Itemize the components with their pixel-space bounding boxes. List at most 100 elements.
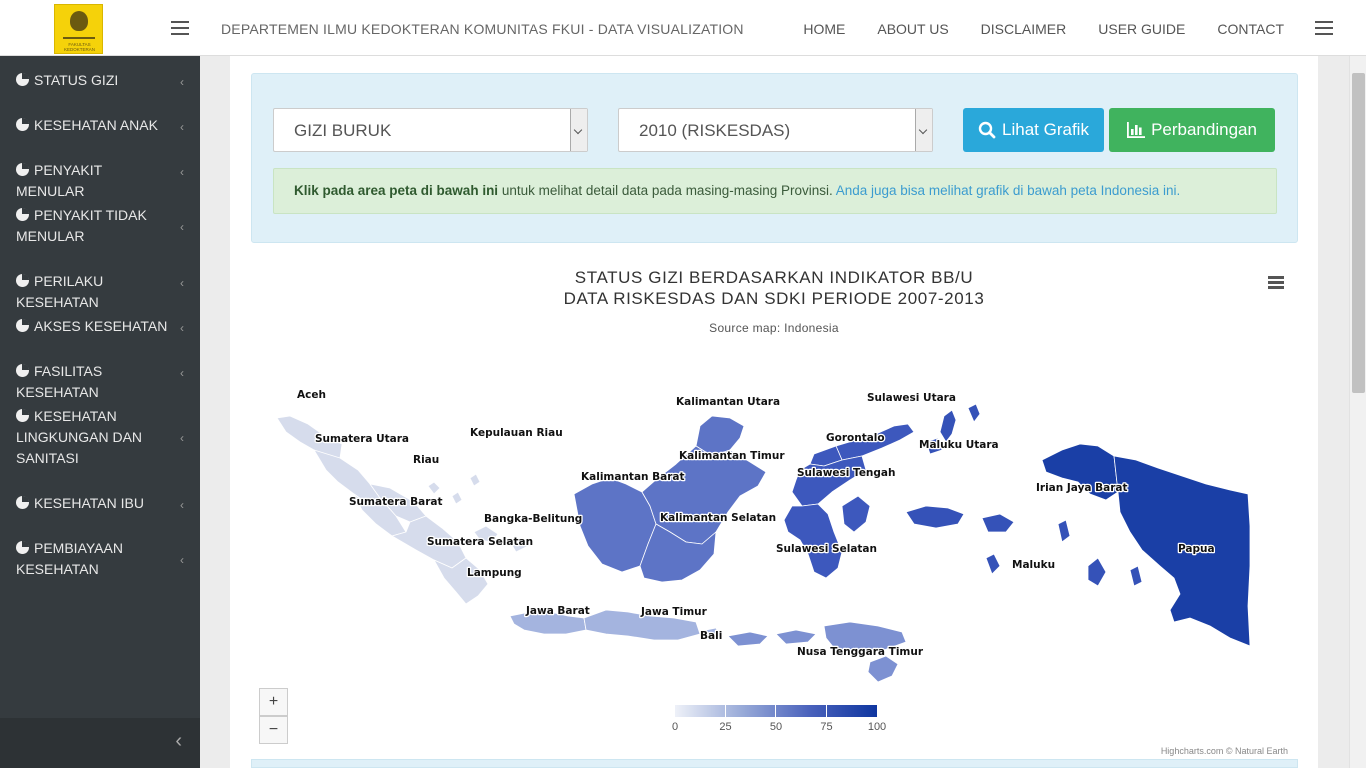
nav-home[interactable]: HOME xyxy=(803,21,845,37)
sidebar: STATUS GIZI ‹ KESEHATAN ANAK ‹ PENYAKIT … xyxy=(0,56,200,768)
legend-tick-label: 75 xyxy=(820,721,833,733)
indonesia-map[interactable]: Aceh Sumatera Utara Riau Kepulauan Riau Suma… xyxy=(230,346,1318,746)
chevron-left-icon: ‹ xyxy=(180,75,184,89)
nav-menu: HOME ABOUT US DISCLAIMER USER GUIDE CONT… xyxy=(803,21,1284,37)
next-panel-edge xyxy=(251,759,1298,768)
sidebar-item-label: FASILITAS KESEHATAN xyxy=(16,363,103,400)
chart-menu-icon[interactable] xyxy=(1268,276,1284,289)
scrollbar-thumb[interactable] xyxy=(1352,73,1365,393)
chevron-left-icon: ‹ xyxy=(180,220,184,234)
nav-about-us[interactable]: ABOUT US xyxy=(877,21,948,37)
province-label-jawa-timur: Jawa Timur xyxy=(640,606,708,618)
province-label-kalimantan-barat: Kalimantan Barat xyxy=(581,471,685,483)
zoom-out-button[interactable]: − xyxy=(259,716,288,744)
sidebar-item-kesehatan-lingkungan[interactable]: KESEHATAN LINGKUNGAN DAN SANITASI ‹ xyxy=(0,406,200,469)
fkui-logo[interactable]: FAKULTAS KEDOKTERAN xyxy=(54,4,103,54)
chart-subtitle: Source map: Indonesia xyxy=(709,321,839,335)
collapse-sidebar-icon[interactable]: ‹ xyxy=(175,730,182,753)
province-label-nusa-tenggara-timur: Nusa Tenggara Timur xyxy=(797,646,924,658)
province-label-maluku: Maluku xyxy=(1012,559,1055,571)
chevron-left-icon: ‹ xyxy=(180,431,184,445)
pie-chart-icon xyxy=(16,73,29,86)
page-scrollbar[interactable] xyxy=(1349,56,1366,768)
compare-button[interactable]: Perbandingan xyxy=(1109,108,1275,152)
sidebar-item-kesehatan-anak[interactable]: KESEHATAN ANAK ‹ xyxy=(0,115,200,136)
province-maluku[interactable] xyxy=(905,505,1143,587)
province-label-bali: Bali xyxy=(700,630,722,642)
logo-divider xyxy=(63,37,95,39)
university-seal-icon xyxy=(70,11,88,31)
chevron-left-icon: ‹ xyxy=(180,120,184,134)
notice-text: untuk melihat detail data pada masing-ma… xyxy=(498,183,836,198)
province-label-maluku-utara: Maluku Utara xyxy=(919,439,999,451)
sidebar-item-label: KESEHATAN IBU xyxy=(34,495,144,511)
province-label-riau: Riau xyxy=(413,454,439,466)
chevron-down-icon xyxy=(570,109,587,151)
period-select[interactable]: 2010 (RISKESDAS) xyxy=(618,108,933,152)
province-label-sumatera-barat: Sumatera Barat xyxy=(349,496,443,508)
sidebar-item-label: KESEHATAN ANAK xyxy=(34,117,158,133)
view-chart-button[interactable]: Lihat Grafik xyxy=(963,108,1104,152)
legend-color-bar xyxy=(675,705,877,717)
bar-chart-icon xyxy=(1127,122,1146,138)
logo-caption: FAKULTAS KEDOKTERAN xyxy=(63,42,95,52)
province-lampung[interactable] xyxy=(433,557,489,605)
pie-chart-icon xyxy=(16,409,29,422)
sidebar-item-label: PENYAKIT MENULAR xyxy=(16,162,102,199)
sidebar-item-status-gizi[interactable]: STATUS GIZI ‹ xyxy=(0,70,200,91)
province-label-irian-jaya-barat: Irian Jaya Barat xyxy=(1036,482,1128,494)
notice-bold: Klik pada area peta di bawah ini xyxy=(294,183,499,198)
sidebar-item-label: KESEHATAN LINGKUNGAN DAN SANITASI xyxy=(16,408,143,466)
sidebar-item-label: PEMBIAYAAN KESEHATAN xyxy=(16,540,123,577)
indicator-select-value: GIZI BURUK xyxy=(294,121,392,140)
sidebar-footer: ‹ xyxy=(0,718,200,768)
sidebar-item-penyakit-menular[interactable]: PENYAKIT MENULAR ‹ xyxy=(0,160,200,202)
color-legend: 0 25 50 75 100 xyxy=(672,705,886,737)
main-content: GIZI BURUK 2010 (RISKESDAS) Lihat Grafik… xyxy=(230,56,1318,768)
legend-tick-label: 50 xyxy=(769,721,783,733)
nav-contact[interactable]: CONTACT xyxy=(1217,21,1284,37)
sidebar-item-kesehatan-ibu[interactable]: KESEHATAN IBU ‹ xyxy=(0,493,200,514)
province-label-papua: Papua xyxy=(1178,543,1215,555)
notice-link[interactable]: Anda juga bisa melihat grafik di bawah p… xyxy=(836,183,1180,198)
sidebar-item-akses-kesehatan[interactable]: AKSES KESEHATAN ‹ xyxy=(0,316,200,337)
province-label-aceh: Aceh xyxy=(297,389,326,401)
pie-chart-icon xyxy=(16,364,29,377)
nav-disclaimer[interactable]: DISCLAIMER xyxy=(981,21,1067,37)
indicator-select[interactable]: GIZI BURUK xyxy=(273,108,588,152)
chevron-left-icon: ‹ xyxy=(180,276,184,290)
menu-icon[interactable] xyxy=(1315,21,1333,35)
pie-chart-icon xyxy=(16,541,29,554)
filter-panel: GIZI BURUK 2010 (RISKESDAS) Lihat Grafik… xyxy=(251,73,1298,243)
sidebar-item-label: STATUS GIZI xyxy=(34,72,119,88)
province-label-gorontalo: Gorontalo xyxy=(826,432,885,444)
chart-title-line1: STATUS GIZI BERDASARKAN INDIKATOR BB/U xyxy=(574,268,974,287)
sidebar-item-penyakit-tidak-menular[interactable]: PENYAKIT TIDAK MENULAR ‹ xyxy=(0,205,200,247)
legend-tick-label: 25 xyxy=(719,721,732,733)
pie-chart-icon xyxy=(16,163,29,176)
legend-ticks: 0 25 50 75 100 xyxy=(672,721,886,737)
chevron-left-icon: ‹ xyxy=(180,321,184,335)
pie-chart-icon xyxy=(16,319,29,332)
nav-user-guide[interactable]: USER GUIDE xyxy=(1098,21,1185,37)
province-label-kalimantan-utara: Kalimantan Utara xyxy=(676,396,780,408)
province-label-kalimantan-selatan: Kalimantan Selatan xyxy=(660,512,776,524)
top-navbar: FAKULTAS KEDOKTERAN DEPARTEMEN ILMU KEDO… xyxy=(0,0,1366,56)
sidebar-item-pembiayaan-kesehatan[interactable]: PEMBIAYAAN KESEHATAN ‹ xyxy=(0,538,200,580)
province-sulawesi-selatan[interactable] xyxy=(783,495,871,579)
search-icon xyxy=(978,121,996,139)
sidebar-toggle-icon[interactable] xyxy=(171,21,189,35)
sidebar-item-fasilitas-kesehatan[interactable]: FASILITAS KESEHATAN ‹ xyxy=(0,361,200,403)
chevron-left-icon: ‹ xyxy=(180,366,184,380)
chevron-down-icon xyxy=(915,109,932,151)
zoom-in-button[interactable]: + xyxy=(259,688,288,716)
pie-chart-icon xyxy=(16,274,29,287)
sidebar-item-perilaku-kesehatan[interactable]: PERILAKU KESEHATAN ‹ xyxy=(0,271,200,313)
sidebar-item-label: PENYAKIT TIDAK MENULAR xyxy=(16,207,147,244)
chart-credits[interactable]: Highcharts.com © Natural Earth xyxy=(1161,746,1288,756)
province-label-sumatera-utara: Sumatera Utara xyxy=(315,433,409,445)
province-label-sulawesi-selatan: Sulawesi Selatan xyxy=(776,543,877,555)
sidebar-item-label: PERILAKU KESEHATAN xyxy=(16,273,104,310)
province-label-sumatera-selatan: Sumatera Selatan xyxy=(427,536,533,548)
province-label-kepulauan-riau: Kepulauan Riau xyxy=(470,427,563,439)
